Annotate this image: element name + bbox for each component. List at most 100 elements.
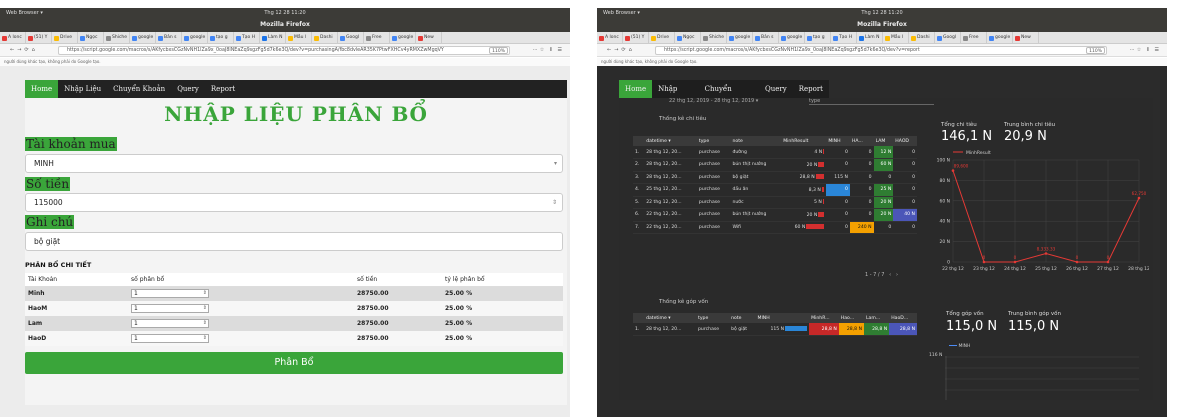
x-tick-label: 25 thg 12 <box>1035 266 1057 272</box>
tab-favicon-icon <box>625 35 630 41</box>
url-bar[interactable]: https://script.google.com/macros/s/AKfyc… <box>655 46 1107 55</box>
browser-tab[interactable]: Bản s <box>156 32 182 43</box>
tab-strip: A lonc (51) Y Drive Ngọc Shiche google Bản s go… <box>0 32 570 44</box>
nav-nhap-lieu[interactable]: Nhập Liệu <box>58 80 107 98</box>
col-note[interactable]: note <box>729 313 756 323</box>
col-type[interactable]: type <box>696 136 731 146</box>
col-haod[interactable]: HAOD <box>893 136 917 146</box>
nav-report[interactable]: Report <box>205 80 241 98</box>
account-select[interactable]: MINH ▾ <box>25 154 563 173</box>
alloc-spinner[interactable]: 1 <box>131 289 209 299</box>
browser-tab[interactable]: tạo g <box>805 32 831 43</box>
date-range-picker[interactable]: 22 thg 12, 2019 - 28 thg 12, 2019 ▾ <box>669 98 758 104</box>
nav-chuyen-khoan[interactable]: Chuyển Khoản <box>107 80 171 98</box>
browser-tab[interactable]: A lonc <box>597 32 623 43</box>
browser-tab[interactable]: Làm N <box>857 32 883 43</box>
clock: Thg 12 28 11:20 <box>264 10 306 16</box>
cell-haod: 40 N <box>893 208 917 222</box>
tab-favicon-icon <box>963 35 968 41</box>
browser-tab[interactable]: Ngọc <box>78 32 104 43</box>
browser-tab[interactable]: (51) Y <box>26 32 52 43</box>
url-bar[interactable]: https://script.google.com/macros/s/AKfyc… <box>58 46 510 55</box>
zoom-indicator[interactable]: 110% <box>489 47 508 54</box>
browser-tab[interactable]: google <box>182 32 208 43</box>
nav-chuyen-khoan[interactable]: Chuyển Khoản <box>699 80 759 111</box>
zoom-indicator[interactable]: 110% <box>1086 47 1105 54</box>
note-input[interactable]: bộ giặt <box>25 232 563 251</box>
browser-tab[interactable]: Drive <box>52 32 78 43</box>
browser-tab[interactable]: Shiche <box>701 32 727 43</box>
browser-tab[interactable]: A lonc <box>0 32 26 43</box>
browser-tab[interactable]: Tạo H <box>234 32 260 43</box>
browser-tab[interactable]: Free <box>364 32 390 43</box>
nav-home[interactable]: Home <box>619 80 653 98</box>
pager-prev-icon[interactable]: ‹ <box>886 272 894 278</box>
col-datetime[interactable]: datetime ▾ <box>644 136 697 146</box>
col-minh[interactable]: MINH <box>755 313 810 323</box>
browser-tab[interactable]: Shiche <box>104 32 130 43</box>
alloc-spinner[interactable]: 1 <box>131 319 209 328</box>
cell-datetime: 28 thg 12, 20... <box>644 146 697 159</box>
alloc-spinner[interactable]: 1 <box>131 304 209 313</box>
browser-tab[interactable]: Mẫu l <box>286 32 312 43</box>
col-minhresult[interactable]: MinhResult <box>781 136 827 146</box>
browser-tab[interactable]: Googl <box>935 32 961 43</box>
col-hao[interactable]: HA... <box>849 136 874 146</box>
table-row: Minh 1 28750.00 25.00 % <box>25 286 563 301</box>
browser-tab[interactable]: Ngọc <box>675 32 701 43</box>
cell-hao: 0 <box>849 183 874 197</box>
nav-query[interactable]: Query <box>759 80 793 98</box>
nav-nhap-lieu[interactable]: Nhập Liệu <box>652 80 699 111</box>
col-haod[interactable]: HaoD... <box>889 313 917 323</box>
kpi-total-label: Tổng chi tiêu <box>941 122 977 128</box>
cell-value: 20 N <box>806 212 818 218</box>
browser-tab[interactable]: Dashi <box>312 32 338 43</box>
nav-home[interactable]: Home <box>25 80 59 98</box>
tab-label: Tạo H <box>839 35 853 40</box>
amount-stepper-icon[interactable]: ⇕ <box>552 194 557 211</box>
cell-value: 240 N <box>857 224 872 230</box>
cell-hao: 0 <box>849 171 874 184</box>
browser-tab[interactable]: Googl <box>338 32 364 43</box>
amount-label: Số tiền <box>25 177 71 191</box>
col-lam[interactable]: Lam... <box>864 313 890 323</box>
browser-tab[interactable]: Làm N <box>260 32 286 43</box>
amount-input[interactable]: 115000 ⇕ <box>25 193 563 212</box>
col-minh[interactable]: MINH <box>826 136 850 146</box>
cell-minhresult: 28,8 N <box>809 323 839 336</box>
cell-index: 6. <box>633 208 645 222</box>
browser-tab[interactable]: tạo g <box>208 32 234 43</box>
browser-tab[interactable]: google <box>130 32 156 43</box>
browser-tab[interactable]: google <box>987 32 1013 43</box>
col-lam[interactable]: LAM <box>873 136 894 146</box>
col-note[interactable]: note <box>730 136 782 146</box>
browser-tab[interactable]: New <box>416 32 442 43</box>
toolbar-icons[interactable]: ⋯☆ ⫴ ☰ <box>1130 44 1161 57</box>
browser-tab[interactable]: Drive <box>649 32 675 43</box>
col-minhresult[interactable]: MinhR... <box>809 313 839 323</box>
browser-tab[interactable]: google <box>727 32 753 43</box>
col-hao[interactable]: Hao... <box>838 313 864 323</box>
browser-tab[interactable]: google <box>390 32 416 43</box>
col-datetime[interactable]: datetime ▾ <box>644 313 697 323</box>
col-type[interactable]: type <box>696 313 730 323</box>
browser-tab[interactable]: Mẫu l <box>883 32 909 43</box>
cell-value: Wifi <box>732 224 742 230</box>
pager-next-icon[interactable]: › <box>896 272 898 278</box>
toolbar-icons[interactable]: ⋯☆ ⫴ ☰ <box>533 44 564 57</box>
nav-query[interactable]: Query <box>171 80 205 98</box>
nav-report[interactable]: Report <box>793 80 829 98</box>
browser-tab[interactable]: (51) Y <box>623 32 649 43</box>
back-forward-reload-icons[interactable]: ←→⟳⌂ <box>10 44 38 57</box>
type-filter-select[interactable]: type <box>809 98 934 105</box>
browser-tab[interactable]: New <box>1013 32 1039 43</box>
browser-tab[interactable]: Free <box>961 32 987 43</box>
browser-tab[interactable]: google <box>779 32 805 43</box>
browser-tab[interactable]: Tạo H <box>831 32 857 43</box>
browser-tab[interactable]: Bản s <box>753 32 779 43</box>
alloc-spinner[interactable]: 1 <box>131 334 209 343</box>
browser-tab[interactable]: Dashi <box>909 32 935 43</box>
back-forward-reload-icons[interactable]: ←→⟳⌂ <box>607 44 635 57</box>
cell-value: purchase <box>698 224 720 230</box>
submit-allocation-button[interactable]: Phân Bổ <box>25 352 563 374</box>
